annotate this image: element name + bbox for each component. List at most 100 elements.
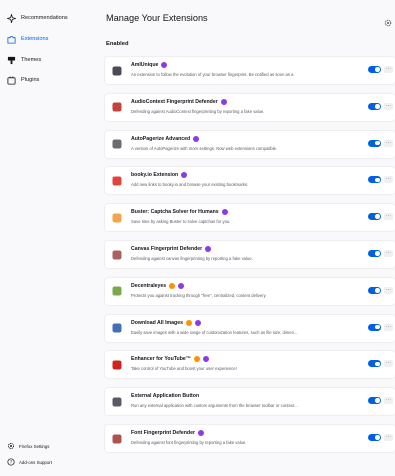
- footer-item-support[interactable]: ? Add-ons Support: [6, 456, 52, 468]
- extension-icon: [111, 286, 122, 297]
- sidebar-item-recommendations[interactable]: Recommendations: [6, 10, 94, 26]
- extension-card[interactable]: Download All Images Easily save images wi…: [105, 314, 395, 342]
- footer-item-label: Firefox Settings: [19, 443, 50, 449]
- verified-badge-icon: [178, 282, 185, 289]
- extension-name-row[interactable]: External Application Button: [131, 393, 199, 399]
- extension-name-row[interactable]: AutoPagerize Advanced: [131, 135, 200, 142]
- sidebar-item-label: Plugins: [21, 77, 40, 83]
- extension-description: An extension to follow the evolution of …: [131, 72, 294, 77]
- enable-toggle[interactable]: [368, 102, 381, 110]
- more-options-button[interactable]: ···: [384, 102, 393, 110]
- extension-description: Save time by asking Buster to solve capt…: [131, 219, 231, 225]
- extension-icon: [111, 102, 122, 113]
- more-options-button[interactable]: ···: [384, 213, 393, 221]
- enable-toggle[interactable]: [368, 286, 381, 294]
- sidebar-item-label: Extensions: [21, 36, 49, 42]
- extension-icon: [111, 359, 122, 370]
- enable-toggle[interactable]: [368, 434, 381, 441]
- sidebar-item-label: Themes: [21, 57, 42, 63]
- extension-card[interactable]: Buster: Captcha Solver for Humans Save ti…: [105, 204, 395, 232]
- section-heading-enabled: Enabled: [106, 41, 129, 47]
- extension-icon: [111, 323, 122, 334]
- verified-badge-icon: [220, 98, 227, 105]
- footer-item-label: Add-ons Support: [19, 459, 52, 465]
- enable-toggle[interactable]: [368, 66, 381, 73]
- extension-description: Defending against font fingerprinting by…: [131, 440, 247, 445]
- extension-description: Take control of YouTube and boost your u…: [131, 366, 237, 372]
- enable-toggle[interactable]: [368, 250, 381, 257]
- more-options-button[interactable]: ···: [384, 286, 393, 294]
- extension-name: booky.io Extension: [131, 172, 179, 179]
- extension-description: Defending against AudioContext fingerpri…: [131, 108, 265, 114]
- extension-card[interactable]: Canvas Fingerprint Defender Defending aga…: [105, 241, 395, 268]
- extension-name-row[interactable]: Decentraleyes: [131, 282, 185, 289]
- extension-name: Decentraleyes: [131, 282, 167, 289]
- enable-toggle[interactable]: [368, 213, 381, 221]
- brush-icon: [6, 55, 16, 65]
- extension-card[interactable]: AudioContext Fingerprint Defender Defendi…: [105, 93, 395, 121]
- extension-name-row[interactable]: Buster: Captcha Solver for Humans: [131, 209, 228, 216]
- extension-description: Run any external application with custom…: [131, 403, 298, 409]
- more-options-button[interactable]: ···: [384, 66, 393, 73]
- sidebar: Recommendations Extensions Themes Plugin…: [0, 0, 96, 476]
- sidebar-item-extensions[interactable]: Extensions: [6, 31, 94, 47]
- enable-toggle[interactable]: [368, 139, 381, 147]
- extension-name: AutoPagerize Advanced: [131, 135, 191, 142]
- footer-item-settings[interactable]: Firefox Settings: [6, 440, 50, 452]
- verified-badge-icon: [202, 356, 209, 363]
- extension-card[interactable]: AutoPagerize Advanced A version of AutoPa…: [105, 130, 395, 158]
- extension-description: Defending against canvas fingerprinting …: [131, 256, 253, 261]
- extension-description: A version of AutoPagerize with more sett…: [131, 145, 278, 151]
- more-options-button[interactable]: ···: [384, 397, 393, 405]
- extension-name-row[interactable]: Canvas Fingerprint Defender: [131, 246, 212, 252]
- extension-name: Canvas Fingerprint Defender: [131, 246, 203, 252]
- puzzle-icon: [6, 34, 16, 44]
- more-options-button[interactable]: ···: [384, 323, 393, 331]
- extension-card[interactable]: Enhancer for YouTube™ Take control of You…: [105, 351, 395, 379]
- extension-icon: [111, 65, 122, 76]
- sparkle-icon: [6, 13, 16, 23]
- enable-toggle[interactable]: [368, 360, 381, 368]
- more-options-button[interactable]: ···: [384, 434, 393, 441]
- extension-description: Easily save images with a wide range of …: [131, 329, 298, 335]
- extension-card[interactable]: Decentraleyes Protects you against tracki…: [105, 277, 395, 305]
- sidebar-item-plugins[interactable]: Plugins: [6, 72, 94, 88]
- extension-name-row[interactable]: Download All Images: [131, 319, 201, 326]
- extension-name: AmIUnique: [131, 62, 159, 68]
- extension-card[interactable]: External Application Button Run any exter…: [105, 388, 395, 416]
- gear-icon[interactable]: [384, 14, 392, 27]
- extension-name: Download All Images: [131, 319, 183, 326]
- extension-name-row[interactable]: booky.io Extension: [131, 172, 188, 179]
- extension-icon: [111, 249, 122, 260]
- extension-name-row[interactable]: Font Fingerprint Defender: [131, 430, 204, 436]
- enable-toggle[interactable]: [368, 176, 381, 184]
- enable-toggle[interactable]: [368, 397, 381, 405]
- extension-name-row[interactable]: AudioContext Fingerprint Defender: [131, 98, 227, 105]
- extension-card[interactable]: AmIUnique An extension to follow the evol…: [105, 57, 395, 84]
- extension-card[interactable]: booky.io Extension Add new links to booky…: [105, 167, 395, 195]
- verified-badge-icon: [194, 319, 201, 326]
- more-options-button[interactable]: ···: [384, 176, 393, 184]
- verified-badge-icon: [181, 172, 188, 179]
- more-options-button[interactable]: ···: [384, 139, 393, 147]
- extension-name-row[interactable]: AmIUnique: [131, 62, 168, 68]
- plugin-icon: [6, 75, 16, 85]
- extension-description: Add new links to booky.io and browse you…: [131, 182, 249, 188]
- extension-name: Font Fingerprint Defender: [131, 430, 195, 436]
- extension-icon: [111, 433, 122, 444]
- recommended-badge-icon: [185, 319, 192, 326]
- help-icon: ?: [6, 458, 15, 467]
- verified-badge-icon: [161, 62, 168, 68]
- sidebar-item-label: Recommendations: [21, 15, 68, 21]
- verified-badge-icon: [197, 430, 204, 436]
- more-options-button[interactable]: ···: [384, 360, 393, 368]
- extension-name: Enhancer for YouTube™: [131, 356, 191, 363]
- recommended-badge-icon: [193, 356, 200, 363]
- enable-toggle[interactable]: [368, 323, 381, 331]
- extension-icon: [111, 175, 122, 186]
- extension-name-row[interactable]: Enhancer for YouTube™: [131, 356, 209, 363]
- sidebar-item-themes[interactable]: Themes: [6, 52, 94, 68]
- more-options-button[interactable]: ···: [384, 250, 393, 257]
- main-content: Manage Your Extensions Enabled AmIUnique…: [96, 0, 395, 476]
- extension-card[interactable]: Font Fingerprint Defender Defending again…: [105, 425, 395, 452]
